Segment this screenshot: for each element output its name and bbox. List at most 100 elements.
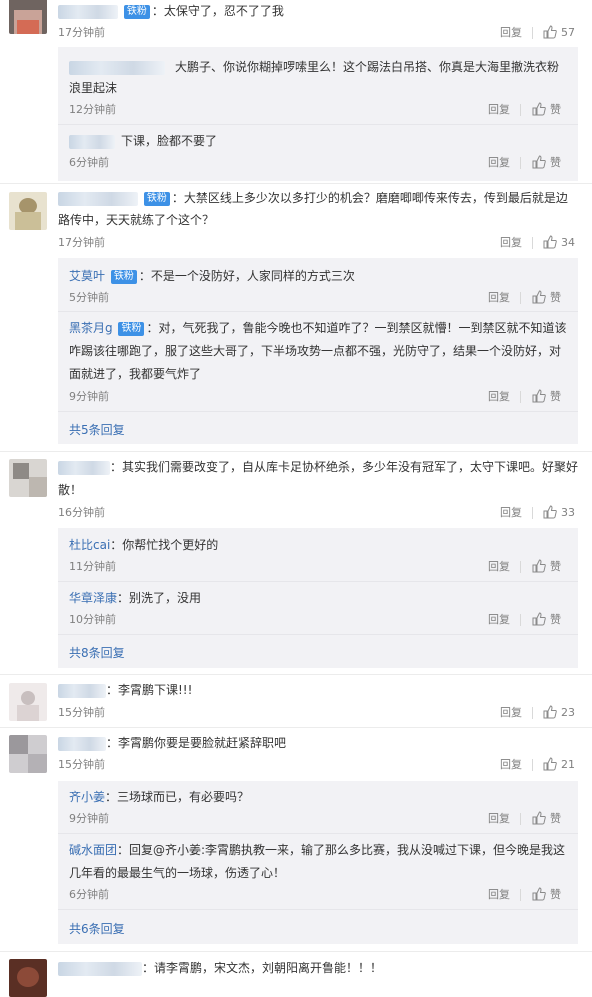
reply-time: 9分钟前	[69, 812, 109, 825]
more-replies-link[interactable]: 共6条回复	[69, 921, 125, 937]
fan-badge: 铁粉	[143, 191, 170, 206]
like-count: 34	[561, 236, 575, 249]
avatar[interactable]	[9, 735, 47, 773]
reply-text-line: 下课，脸都不要了	[69, 131, 217, 151]
reply-time: 12分钟前	[69, 103, 116, 116]
avatar[interactable]	[9, 683, 47, 721]
like-label: 赞	[550, 888, 561, 901]
reply-username[interactable]: 华章泽康	[69, 591, 117, 605]
username-blurred[interactable]	[58, 4, 118, 19]
reply-text-line: 黑茶月g 铁粉 ：对，气死我了，鲁能今晚也不知道咋了？一到禁区就懵！一到禁区就不知…	[69, 321, 567, 336]
comment-text-line: 铁粉 ：太保守了，忍不了了我	[58, 1, 284, 21]
like-button[interactable]: 23	[543, 705, 575, 721]
reply-button[interactable]: 回复	[500, 235, 522, 251]
reply-divider	[58, 581, 578, 582]
like-button[interactable]: 33	[543, 505, 575, 521]
username-blurred[interactable]	[58, 460, 110, 475]
like-button[interactable]: 赞	[532, 102, 561, 118]
avatar[interactable]	[9, 0, 47, 34]
reply-username[interactable]: 齐小姜	[69, 790, 105, 804]
like-button[interactable]: 赞	[532, 612, 561, 628]
avatar[interactable]	[9, 959, 47, 997]
reply-button[interactable]: 回复	[488, 389, 510, 405]
thumbs-up-icon	[532, 290, 546, 304]
divider	[532, 759, 533, 771]
avatar[interactable]	[9, 192, 47, 230]
reply-username[interactable]: 碱水面团	[69, 843, 117, 857]
username-blurred[interactable]	[58, 961, 142, 976]
username-blurred[interactable]	[58, 736, 106, 751]
comment-text-line: ：李霄鹏下课!!!	[58, 680, 192, 700]
reply-text-line: 齐小姜：三场球而已，有必要吗？	[69, 790, 250, 804]
more-replies-link[interactable]: 共8条回复	[69, 645, 125, 661]
username-blurred[interactable]	[58, 683, 106, 698]
comment-text-line: 铁粉 ：大禁区线上多少次以多打少的机会？磨磨唧唧传来传去，传到最后就是边	[58, 188, 568, 208]
username-blurred[interactable]	[69, 134, 115, 149]
reply-button[interactable]: 回复	[500, 757, 522, 773]
like-button[interactable]: 21	[543, 757, 575, 773]
divider	[532, 237, 533, 249]
reply-button[interactable]: 回复	[500, 25, 522, 41]
username-blurred[interactable]	[69, 60, 165, 75]
thumbs-up-icon	[532, 811, 546, 825]
like-button[interactable]: 57	[543, 25, 575, 41]
reply-button[interactable]: 回复	[488, 290, 510, 306]
like-button[interactable]: 赞	[532, 155, 561, 171]
reply-username[interactable]: 杜比cai	[69, 538, 110, 552]
reply-button[interactable]: 回复	[500, 705, 522, 721]
thumbs-up-icon	[532, 155, 546, 169]
thumbs-up-icon	[543, 235, 557, 249]
divider	[520, 813, 521, 825]
reply-button[interactable]: 回复	[488, 811, 510, 827]
thumbs-up-icon	[532, 559, 546, 573]
comment-separator	[0, 183, 592, 184]
reply-divider	[58, 634, 578, 635]
more-replies-link[interactable]: 共5条回复	[69, 422, 125, 438]
reply-button[interactable]: 回复	[488, 612, 510, 628]
reply-username[interactable]: 黑茶月g	[69, 321, 113, 335]
divider	[520, 104, 521, 116]
comment-time: 15分钟前	[58, 706, 105, 719]
comment-time: 17分钟前	[58, 236, 105, 249]
reply-username[interactable]: 艾莫叶	[69, 269, 105, 283]
comment-separator	[0, 951, 592, 952]
username-blurred[interactable]	[58, 191, 138, 206]
like-count: 21	[561, 758, 575, 771]
comment-text-line: ：其实我们需要改变了，自从库卡足协杯绝杀，多少年没有冠军了，太守下课吧。好聚好	[58, 457, 578, 477]
reply-text-line: 杜比cai：你帮忙找个更好的	[69, 538, 219, 552]
like-label: 赞	[550, 812, 561, 825]
like-label: 赞	[550, 560, 561, 573]
reply-divider	[58, 909, 578, 910]
divider	[520, 561, 521, 573]
reply-text-line: 浪里起沫	[69, 81, 118, 95]
like-button[interactable]: 赞	[532, 559, 561, 575]
comment-text-line: ：李霄鹏你要是要脸就赶紧辞职吧	[58, 733, 286, 753]
reply-divider	[58, 124, 578, 125]
like-label: 赞	[550, 103, 561, 116]
reply-time: 9分钟前	[69, 390, 109, 403]
avatar[interactable]	[9, 459, 47, 497]
comment-text-line: 散！	[58, 483, 83, 497]
like-button[interactable]: 赞	[532, 811, 561, 827]
thumbs-up-icon	[543, 505, 557, 519]
like-button[interactable]: 赞	[532, 389, 561, 405]
divider	[532, 27, 533, 39]
like-button[interactable]: 赞	[532, 290, 561, 306]
reply-time: 6分钟前	[69, 156, 109, 169]
reply-text-line: 面就进了，我都要气炸了	[69, 367, 202, 381]
reply-button[interactable]: 回复	[500, 505, 522, 521]
reply-text-line: 华章泽康：别洗了，没用	[69, 591, 202, 605]
like-button[interactable]: 34	[543, 235, 575, 251]
comment-separator	[0, 674, 592, 675]
reply-time: 6分钟前	[69, 888, 109, 901]
like-count: 57	[561, 26, 575, 39]
like-count: 23	[561, 706, 575, 719]
reply-button[interactable]: 回复	[488, 559, 510, 575]
thumbs-up-icon	[532, 887, 546, 901]
reply-button[interactable]: 回复	[488, 155, 510, 171]
thumbs-up-icon	[532, 102, 546, 116]
reply-button[interactable]: 回复	[488, 102, 510, 118]
like-button[interactable]: 赞	[532, 887, 561, 903]
fan-badge: 铁粉	[118, 321, 145, 336]
reply-button[interactable]: 回复	[488, 887, 510, 903]
